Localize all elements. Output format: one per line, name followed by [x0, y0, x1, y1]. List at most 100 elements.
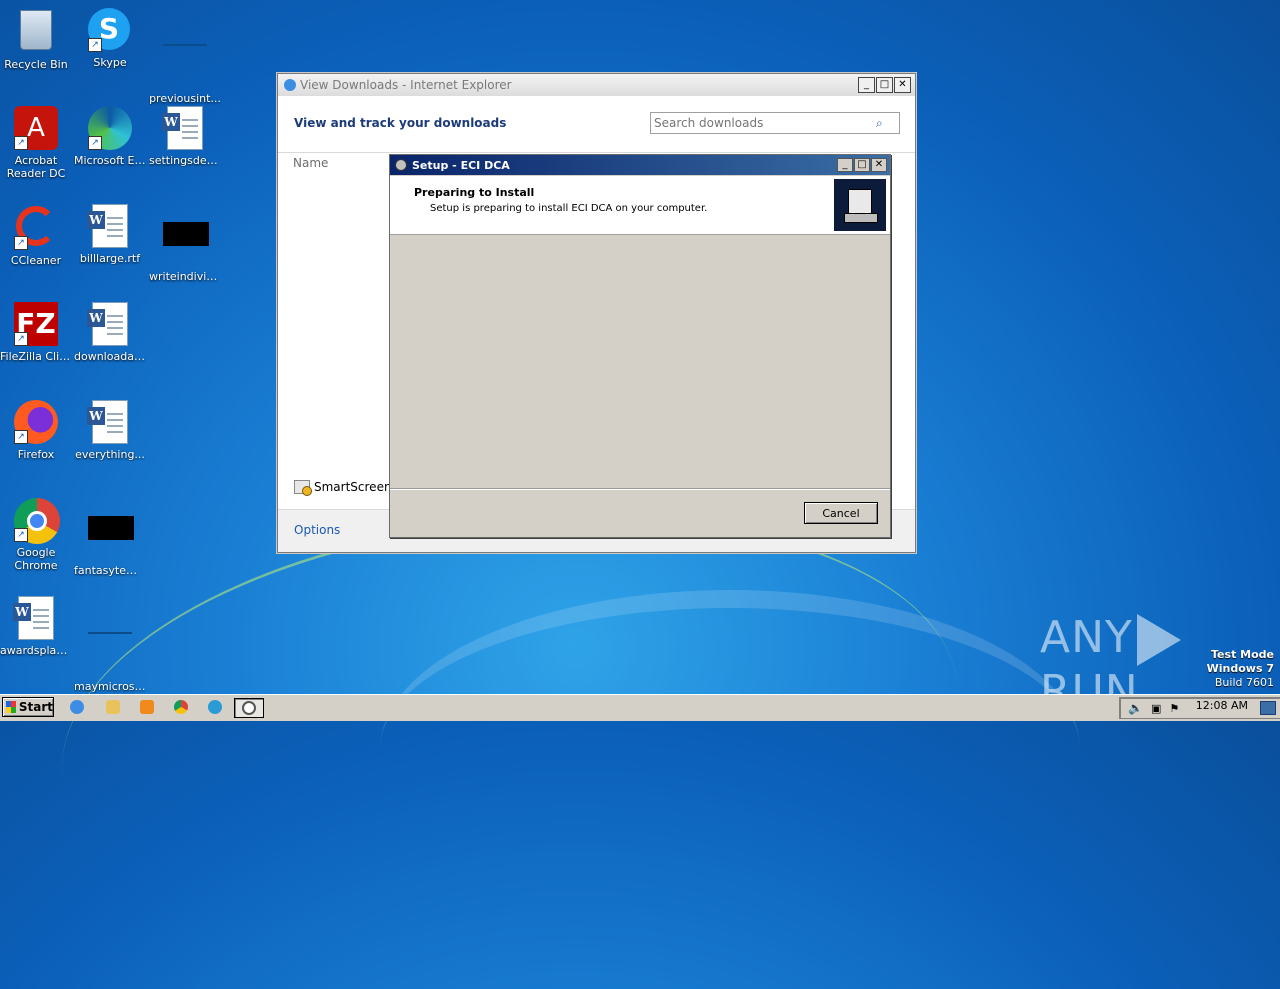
- shortcut-arrow-icon: ↗: [14, 528, 28, 542]
- taskbar: Start 🔈 ▣ ⚑ 12:08 AM: [0, 694, 1280, 721]
- window-title: View Downloads - Internet Explorer: [300, 78, 512, 92]
- smartscreen-status: SmartScreen: [294, 480, 392, 496]
- desktop-icon-settingsdea[interactable]: W settingsdea...: [149, 106, 221, 167]
- dialog-header-title: Preparing to Install: [414, 186, 535, 199]
- desktop-icon-fantasytem[interactable]: fantasytem...: [74, 498, 146, 577]
- chrome-taskbar-icon[interactable]: [170, 698, 192, 716]
- desktop-icon-acrobat[interactable]: A ↗ Acrobat Reader DC: [0, 106, 72, 180]
- desktop-icon-label: maymicroso...: [74, 680, 146, 693]
- volume-icon[interactable]: 🔈: [1128, 701, 1143, 715]
- search-icon[interactable]: ⌕: [876, 116, 883, 131]
- installer-computer-icon: [834, 179, 886, 231]
- desktop-icon-label: writeindivid...: [149, 270, 221, 283]
- network-icon[interactable]: ▣: [1151, 702, 1161, 715]
- recycle-bin-icon: [14, 10, 58, 54]
- wallpaper-swoosh-light: [380, 590, 1080, 908]
- window-titlebar[interactable]: View Downloads - Internet Explorer: [278, 74, 915, 96]
- desktop-icon-label: Skype: [93, 56, 127, 69]
- skype-icon: S ↗: [88, 8, 132, 52]
- desktop-icon-label: Acrobat Reader DC: [6, 154, 66, 180]
- shortcut-arrow-icon: ↗: [88, 136, 102, 150]
- shortcut-arrow-icon: ↗: [14, 332, 28, 346]
- watermark-text-left: ANY: [1040, 612, 1133, 663]
- clock[interactable]: 12:08 AM: [1196, 699, 1248, 712]
- desktop-icon-chrome[interactable]: ↗ Google Chrome: [0, 498, 72, 572]
- start-label: Start: [18, 700, 53, 714]
- desktop-icon-label: Google Chrome: [14, 546, 58, 572]
- desktop-icon-label: everything...: [75, 448, 145, 461]
- edge-taskbar-icon[interactable]: [204, 698, 226, 716]
- edge-icon: ↗: [88, 106, 132, 150]
- dialog-titlebar[interactable]: Setup - ECI DCA: [390, 155, 890, 175]
- desktop-icon-label: CCleaner: [10, 254, 62, 267]
- desktop-icon-label: settingsdea...: [149, 154, 221, 167]
- acrobat-icon: A ↗: [14, 106, 58, 150]
- test-mode-notice: Test Mode Windows 7 Build 7601: [1207, 648, 1274, 690]
- desktop-icon-label: Recycle Bin: [4, 58, 68, 71]
- close-button[interactable]: ✕: [894, 77, 911, 93]
- word-document-icon: W: [162, 106, 207, 150]
- desktop-icon-label: downloadar...: [74, 350, 146, 363]
- minimize-button[interactable]: _: [837, 158, 853, 172]
- cancel-button[interactable]: Cancel: [804, 502, 878, 524]
- word-document-icon: W: [87, 400, 132, 444]
- setup-icon: [395, 159, 407, 171]
- desktop-icon-everything[interactable]: W everything...: [74, 400, 146, 461]
- shortcut-arrow-icon: ↗: [14, 236, 28, 250]
- desktop-icon-writeindivid[interactable]: writeindivid...: [149, 204, 221, 283]
- options-link[interactable]: Options: [294, 523, 340, 537]
- play-icon: [1136, 614, 1181, 666]
- search-box[interactable]: ⌕: [650, 112, 900, 134]
- desktop-icon-label: Microsoft Edge: [74, 154, 146, 167]
- desktop-icon-label: billlarge.rtf: [79, 252, 141, 265]
- desktop-icon-label: awardsplan...: [0, 644, 72, 657]
- explorer-taskbar-icon[interactable]: [102, 698, 124, 716]
- windows-logo-icon: [6, 701, 16, 713]
- minimize-button[interactable]: _: [858, 77, 875, 93]
- shortcut-arrow-icon: ↗: [14, 430, 28, 444]
- test-mode-line: Test Mode: [1211, 648, 1274, 661]
- desktop-icon-ccleaner[interactable]: ↗ CCleaner: [0, 204, 72, 267]
- desktop-icon-label: Firefox: [17, 448, 55, 461]
- desktop-icon-downloadar[interactable]: W downloadar...: [74, 302, 146, 363]
- desktop-icon-recycle-bin[interactable]: Recycle Bin: [0, 8, 72, 71]
- word-document-icon: W: [87, 302, 132, 346]
- show-desktop-icon[interactable]: [1260, 701, 1276, 715]
- desktop-icon-firefox[interactable]: ↗ Firefox: [0, 400, 72, 461]
- close-button[interactable]: ✕: [871, 158, 887, 172]
- desktop-icon-billlarge[interactable]: W billlarge.rtf: [74, 204, 146, 265]
- desktop-icon-edge[interactable]: ↗ Microsoft Edge: [74, 106, 146, 167]
- maximize-button[interactable]: □: [854, 158, 870, 172]
- header-divider: [278, 152, 915, 153]
- ie-taskbar-icon[interactable]: [66, 698, 88, 716]
- smartscreen-label: SmartScreen: [314, 480, 392, 494]
- start-button[interactable]: Start: [2, 697, 54, 717]
- column-header-name[interactable]: Name: [293, 156, 328, 170]
- smartscreen-icon: [294, 480, 312, 496]
- shortcut-arrow-icon: ↗: [88, 38, 102, 52]
- desktop-icon-awardsplan[interactable]: W awardsplan...: [0, 596, 72, 657]
- word-document-icon: W: [87, 204, 132, 248]
- ie-icon: [284, 79, 296, 91]
- page-heading: View and track your downloads: [294, 116, 507, 130]
- dialog-title: Setup - ECI DCA: [412, 158, 510, 172]
- maximize-button[interactable]: □: [876, 77, 893, 93]
- desktop-icon-filezilla[interactable]: FZ ↗ FileZilla Client: [0, 302, 72, 363]
- setup-taskbar-button[interactable]: [234, 698, 264, 718]
- media-player-taskbar-icon[interactable]: [136, 698, 158, 716]
- dialog-separator: [390, 488, 890, 490]
- desktop-icon-previousint[interactable]: previousint...: [149, 8, 221, 105]
- search-input[interactable]: [651, 115, 876, 131]
- black-file-icon: [163, 222, 209, 266]
- shortcut-arrow-icon: ↗: [14, 136, 28, 150]
- desktop-icon-skype[interactable]: S ↗ Skype: [74, 8, 146, 69]
- file-icon: [88, 632, 132, 676]
- ccleaner-icon: ↗: [14, 206, 58, 250]
- word-document-icon: W: [13, 596, 58, 640]
- filezilla-icon: FZ ↗: [14, 302, 58, 346]
- dialog-header: Preparing to Install Setup is preparing …: [390, 176, 890, 235]
- dialog-header-subtitle: Setup is preparing to install ECI DCA on…: [430, 203, 708, 214]
- desktop-icon-maymicroso[interactable]: maymicroso...: [74, 596, 146, 693]
- black-file-icon: [88, 516, 134, 560]
- action-center-flag-icon[interactable]: ⚑: [1169, 702, 1179, 715]
